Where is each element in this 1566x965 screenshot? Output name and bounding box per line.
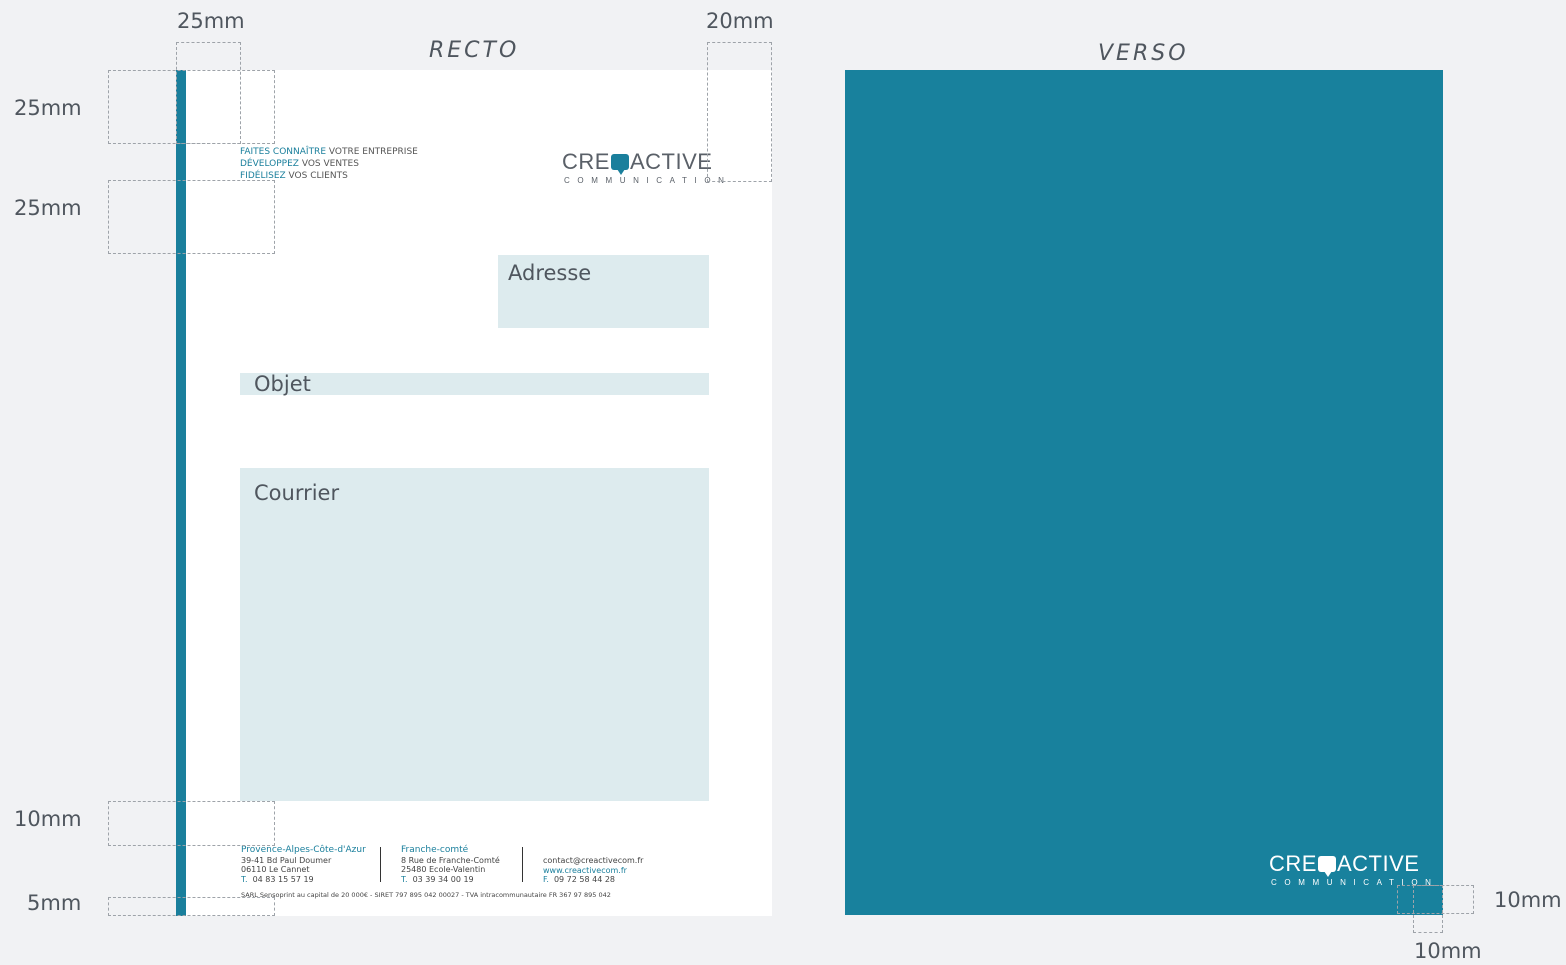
courrier-box: Courrier [240, 468, 709, 801]
guide-recto-top-right [707, 42, 772, 182]
footer-col-2: Franche-comté 8 Rue de Franche-Comté 254… [401, 845, 500, 884]
guide-left-4 [108, 897, 275, 916]
dim-verso-right: 10mm [1494, 888, 1562, 912]
footer-divider-2 [522, 847, 523, 882]
footer-col-3: contact@creactivecom.fr www.creactivecom… [543, 856, 644, 884]
dim-left-3: 10mm [14, 807, 82, 831]
guide-left-2 [108, 180, 275, 254]
objet-label: Objet [254, 372, 311, 396]
verso-title: VERSO [1098, 41, 1189, 66]
speech-bubble-icon [1317, 856, 1336, 877]
recto-title: RECTO [429, 38, 520, 63]
speech-bubble-icon [610, 154, 629, 175]
dim-recto-top-left: 25mm [177, 9, 245, 33]
objet-box: Objet [240, 372, 709, 396]
tagline: FAITES CONNAÎTRE VOTRE ENTREPRISE DÉVELO… [240, 146, 418, 182]
guide-left-3 [108, 801, 275, 846]
dim-recto-top-right: 20mm [706, 9, 774, 33]
dim-verso-bottom: 10mm [1414, 939, 1482, 963]
verso-sheet [845, 70, 1443, 915]
verso-logo: CRE ACTIVE COMMUNICATION [1269, 851, 1439, 887]
adresse-label: Adresse [508, 261, 592, 285]
footer-legal: SARL Sensoprint au capital de 20 000€ - … [241, 891, 611, 899]
footer-divider-1 [380, 847, 381, 882]
adresse-box: Adresse [498, 255, 709, 328]
dim-left-2: 25mm [14, 196, 82, 220]
tagline-line-1: FAITES CONNAÎTRE VOTRE ENTREPRISE [240, 147, 418, 157]
dim-left-1: 25mm [14, 96, 82, 120]
footer-col-1: Provence-Alpes-Côte-d'Azur 39-41 Bd Paul… [241, 845, 366, 884]
guide-left-1 [108, 70, 275, 144]
tagline-line-2: DÉVELOPPEZ VOS VENTES [240, 159, 359, 169]
courrier-label: Courrier [254, 481, 340, 505]
guide-verso-bottom [1413, 885, 1443, 933]
dim-left-4: 5mm [27, 891, 82, 915]
